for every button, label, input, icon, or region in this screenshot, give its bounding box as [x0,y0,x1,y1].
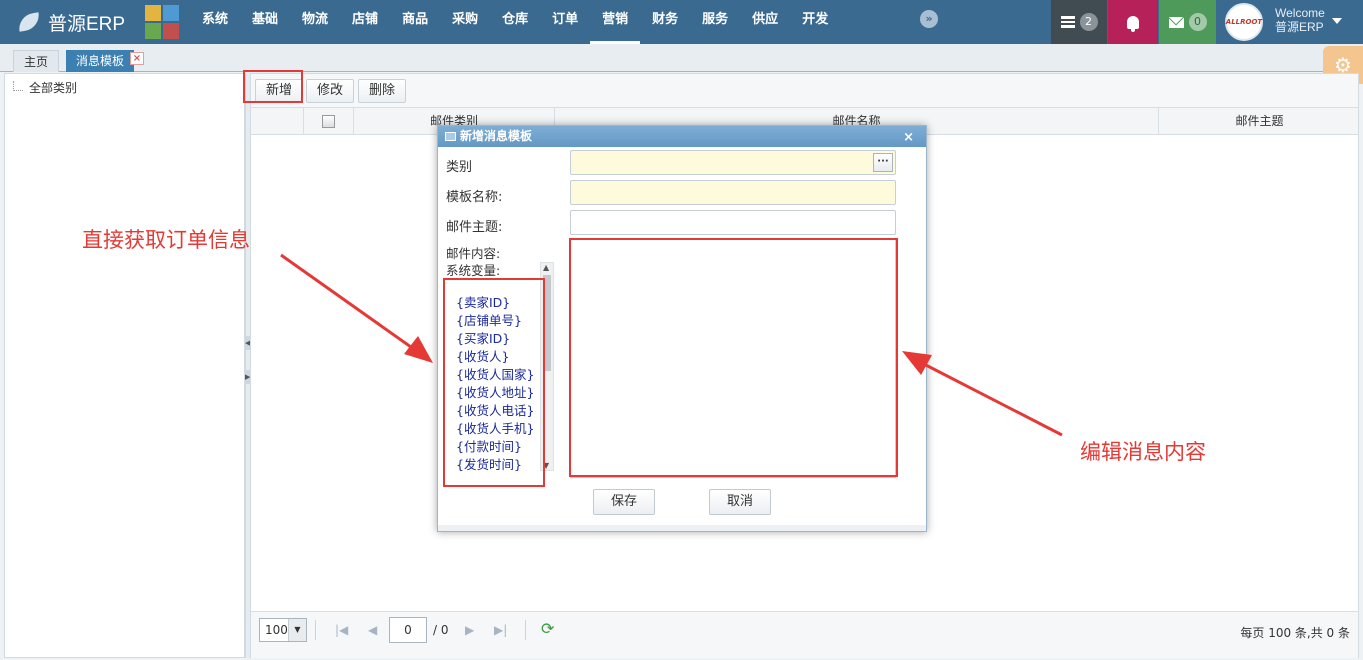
variables-label: 系统变量: [446,263,501,278]
dialog-footer [438,525,926,531]
welcome-label: Welcome [1275,6,1325,20]
save-button[interactable]: 保存 [593,489,655,515]
close-tab-icon[interactable]: × [130,52,144,65]
row-number-header [251,108,303,135]
nav-item[interactable]: 物流 [290,0,340,44]
subject-field[interactable] [570,210,896,235]
select-all-checkbox[interactable] [322,115,335,128]
nav-item[interactable]: 服务 [690,0,740,44]
nav-item[interactable]: 采购 [440,0,490,44]
column-header[interactable]: 邮件主题 [1158,108,1360,135]
app-logo[interactable]: 普源ERP [16,8,126,36]
template-name-label: 模板名称: [446,190,503,205]
delete-button[interactable]: 删除 [358,79,407,103]
tile [163,5,179,21]
nav-item[interactable]: 财务 [640,0,690,44]
mail-badge: 0 [1188,13,1207,31]
dialog-title-bar[interactable]: 新增消息模板 × [438,126,926,147]
last-page-icon[interactable]: ▶| [494,623,507,637]
username: 普源ERP [1275,20,1324,34]
user-menu[interactable]: ALLROOT Welcome 普源ERP [1217,0,1363,44]
nav-item[interactable]: 仓库 [490,0,540,44]
nav-item[interactable]: 开发 [790,0,840,44]
avatar-logo-text: ALLROOT [1225,18,1263,26]
refresh-icon[interactable]: ⟳ [541,619,554,638]
nav-item[interactable]: 营销 [590,0,641,44]
app-name: 普源ERP [48,13,126,35]
tab-message-template[interactable]: 消息模板 [66,50,135,72]
category-field[interactable]: ··· [570,150,896,175]
tree-line-icon [13,80,23,91]
window-icon [445,132,456,141]
annotation-order-info: 直接获取订单信息 [82,228,250,252]
category-tree-panel: 全部类别 [4,73,245,658]
nav-item[interactable]: 店铺 [340,0,390,44]
envelope-icon [1168,16,1184,28]
scroll-up-icon[interactable]: ▲ [543,263,549,272]
nav-item[interactable]: 商品 [390,0,440,44]
page-size-value: 100 [265,623,288,637]
notifications-button[interactable] [1108,0,1158,44]
content-label: 邮件内容: [446,246,501,261]
nav-item[interactable]: 订单 [540,0,590,44]
tasks-badge: 2 [1079,13,1098,31]
top-bar: 普源ERP 系统 基础 物流 店铺 商品 采购 仓库 订单 营销 财务 服务 供应 开发 » 2 0 A… [0,0,1363,44]
dialog-title: 新增消息模板 [460,129,533,143]
subject-label: 邮件主题: [446,220,503,235]
template-name-field[interactable] [570,180,896,205]
main-nav: 系统 基础 物流 店铺 商品 采购 仓库 订单 营销 财务 服务 供应 开发 [190,0,840,44]
highlight-add-button [243,70,303,103]
tab-home[interactable]: 主页 [13,50,60,72]
prev-page-icon[interactable]: ◀ [368,623,377,637]
app-grid-icon[interactable] [145,5,179,39]
category-label: 类别 [446,160,473,175]
picker-button[interactable]: ··· [873,153,893,172]
total-pages: / 0 [433,623,449,637]
grid-toolbar: 新增 修改 删除 [251,74,1358,107]
divider [315,620,316,640]
leaf-icon [16,12,42,32]
tasks-button[interactable]: 2 [1051,0,1107,44]
pagination-info: 每页 100 条,共 0 条 [1240,626,1350,640]
cancel-button[interactable]: 取消 [709,489,771,515]
next-page-icon[interactable]: ▶ [465,623,474,637]
tile [145,5,161,21]
tree-item-label: 全部类别 [29,81,78,95]
first-page-icon[interactable]: |◀ [335,623,348,637]
double-chevron-right-icon[interactable]: » [920,10,938,28]
chevron-down-icon: ▼ [288,619,306,641]
page-number-input[interactable]: 0 [389,617,427,643]
close-icon[interactable]: × [903,127,914,148]
avatar: ALLROOT [1225,3,1263,41]
tree-item-all-categories[interactable]: 全部类别 [13,79,77,96]
annotation-edit-content: 编辑消息内容 [1080,440,1206,464]
highlight-content [569,238,898,477]
nav-item[interactable]: 基础 [240,0,290,44]
nav-item[interactable]: 供应 [740,0,790,44]
bell-icon [1127,15,1139,32]
tab-bar: 主页 消息模板 [0,44,1363,72]
caret-down-icon[interactable] [1332,18,1342,24]
pagination-bar: 100 ▼ |◀ ◀ 0 / 0 ▶ ▶| ⟳ 每页 100 条,共 0 条 [251,611,1358,658]
highlight-variables [443,278,545,487]
nav-item[interactable]: 系统 [190,0,240,44]
tile [145,23,161,39]
tile [163,23,179,39]
page-size-select[interactable]: 100 ▼ [259,618,307,642]
welcome-text: Welcome 普源ERP [1275,6,1325,34]
divider [525,620,526,640]
list-icon [1060,16,1075,28]
edit-button[interactable]: 修改 [306,79,355,103]
mail-button[interactable]: 0 [1159,0,1216,44]
